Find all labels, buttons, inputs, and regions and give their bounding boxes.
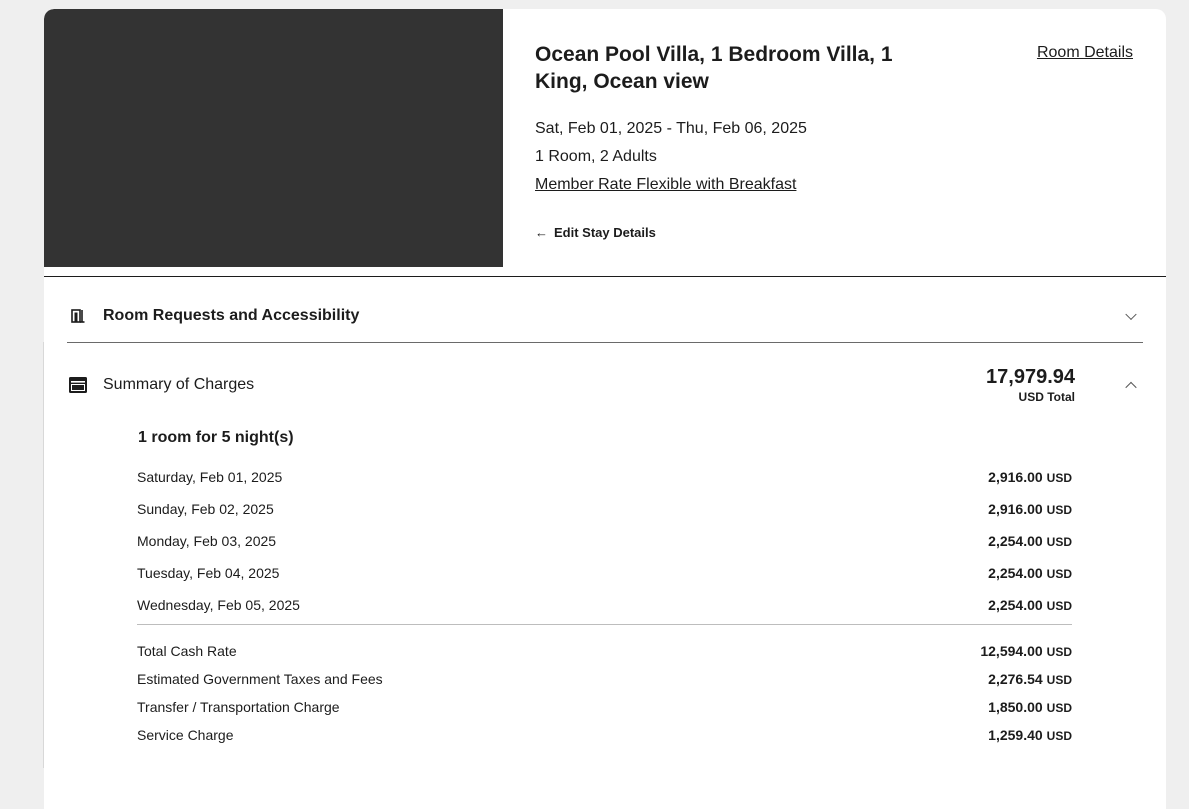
night-amount: 2,254.00 USD <box>988 597 1072 613</box>
summary-of-charges-label: Summary of Charges <box>103 376 255 393</box>
room-requests-label: Room Requests and Accessibility <box>103 307 360 324</box>
transfer-charge-row: Transfer / Transportation Charge 1,850.0… <box>137 693 1072 721</box>
charge-amount: 1,850.00 USD <box>988 699 1072 715</box>
totals-list: Total Cash Rate 12,594.00 USD Estimated G… <box>137 637 1072 749</box>
nights-heading: 1 room for 5 night(s) <box>138 429 294 446</box>
rate-name-link[interactable]: Member Rate Flexible with Breakfast <box>535 176 796 194</box>
night-date: Sunday, Feb 02, 2025 <box>137 501 274 517</box>
night-amount: 2,916.00 USD <box>988 501 1072 517</box>
night-amount: 2,254.00 USD <box>988 565 1072 581</box>
taxes-fees-row: Estimated Government Taxes and Fees 2,27… <box>137 665 1072 693</box>
chevron-down-icon <box>1125 308 1137 321</box>
nightly-charge-row: Monday, Feb 03, 2025 2,254.00 USD <box>137 525 1072 557</box>
chevron-up-icon <box>1125 381 1137 394</box>
night-date: Saturday, Feb 01, 2025 <box>137 469 283 485</box>
room-title: Ocean Pool Villa, 1 Bedroom Villa, 1 Kin… <box>535 43 893 93</box>
night-date: Tuesday, Feb 04, 2025 <box>137 565 280 581</box>
room-details-link[interactable]: Room Details <box>1037 44 1133 62</box>
reservation-card: Ocean Pool Villa, 1 Bedroom Villa, 1 Kin… <box>44 9 1166 809</box>
room-image-placeholder <box>44 9 503 267</box>
night-date: Wednesday, Feb 05, 2025 <box>137 597 300 613</box>
nightly-charge-row: Saturday, Feb 01, 2025 2,916.00 USD <box>137 461 1072 493</box>
summary-of-charges-accordion[interactable]: Summary of Charges <box>67 361 1143 409</box>
total-label: USD Total <box>1018 390 1075 404</box>
stay-guests: 1 Room, 2 Adults <box>535 148 657 165</box>
night-amount: 2,254.00 USD <box>988 533 1072 549</box>
total-amount: 17,979.94 <box>986 366 1075 388</box>
service-charge-row: Service Charge 1,259.40 USD <box>137 721 1072 749</box>
charge-label: Service Charge <box>137 727 234 743</box>
charge-amount: 1,259.40 USD <box>988 727 1072 743</box>
room-requests-accordion[interactable]: Room Requests and Accessibility <box>67 291 1143 341</box>
divider <box>137 624 1072 625</box>
wallet-icon <box>67 376 89 394</box>
nightly-charge-row: Wednesday, Feb 05, 2025 2,254.00 USD <box>137 589 1072 621</box>
charge-label: Estimated Government Taxes and Fees <box>137 671 383 687</box>
arrow-left-icon: ← <box>535 225 548 240</box>
nightly-charge-row: Tuesday, Feb 04, 2025 2,254.00 USD <box>137 557 1072 589</box>
total-cash-rate-row: Total Cash Rate 12,594.00 USD <box>137 637 1072 665</box>
door-icon <box>67 307 89 325</box>
stay-dates: Sat, Feb 01, 2025 - Thu, Feb 06, 2025 <box>535 120 807 137</box>
nightly-charges-list: Saturday, Feb 01, 2025 2,916.00 USD Sunda… <box>137 461 1072 621</box>
nightly-charge-row: Sunday, Feb 02, 2025 2,916.00 USD <box>137 493 1072 525</box>
divider <box>44 276 1166 277</box>
divider <box>67 342 1143 343</box>
charge-amount: 2,276.54 USD <box>988 671 1072 687</box>
night-date: Monday, Feb 03, 2025 <box>137 533 277 549</box>
charge-amount: 12,594.00 USD <box>980 643 1072 659</box>
charge-label: Transfer / Transportation Charge <box>137 699 340 715</box>
total-charges: 17,979.94 USD Total <box>986 366 1075 404</box>
charge-label: Total Cash Rate <box>137 643 237 659</box>
edit-stay-details-button[interactable]: ← Edit Stay Details <box>535 225 656 240</box>
edit-stay-label: Edit Stay Details <box>554 225 656 240</box>
night-amount: 2,916.00 USD <box>988 469 1072 485</box>
